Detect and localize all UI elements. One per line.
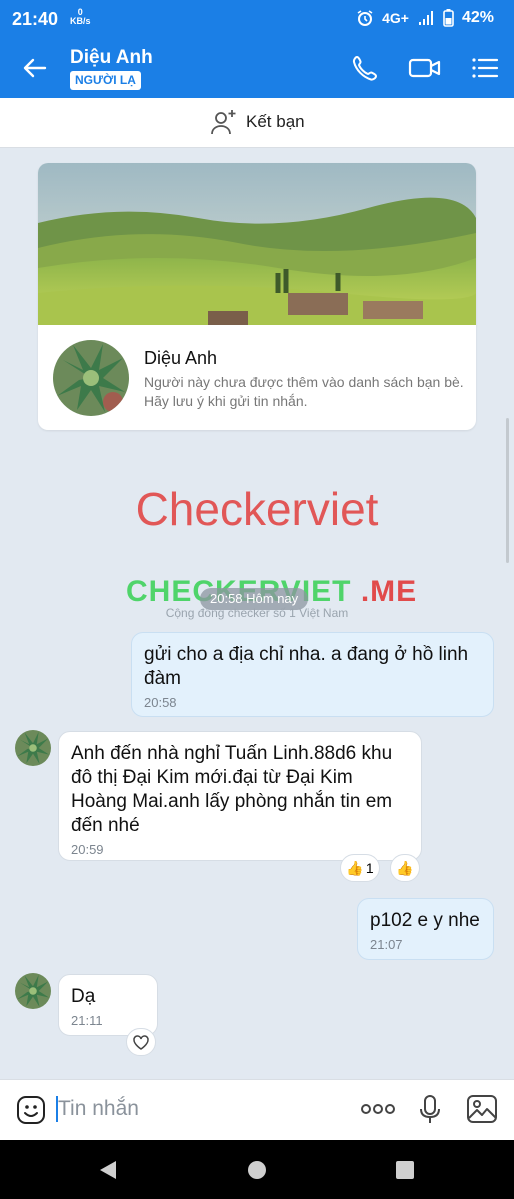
profile-name: Diệu Anh: [144, 348, 218, 368]
watermark-title: Checkerviet: [135, 483, 379, 535]
add-friend-bar: Kết bạn: [0, 98, 514, 148]
thumbs-up-icon: 👍: [396, 859, 414, 876]
reaction-count: 1: [365, 860, 374, 876]
message-bubble-received[interactable]: Anh đến nhà nghỉ Tuấn Linh.88d6 khu đô t…: [58, 731, 422, 861]
add-friend-icon: [211, 110, 236, 135]
network-speed-unit: KB/s: [70, 16, 91, 26]
contact-name[interactable]: Diệu Anh: [70, 47, 153, 69]
thumbs-up-icon: 👍: [346, 859, 364, 876]
message-text: Dạ: [71, 986, 96, 1007]
nav-recents-icon[interactable]: [396, 1161, 414, 1179]
add-friend-label: Kết bạn: [246, 112, 305, 131]
watermark-tagline: Cộng đồng checker số 1 Việt Nam: [165, 606, 349, 620]
network-speed: 0 KB/s: [70, 8, 91, 26]
nav-home-icon[interactable]: [247, 1160, 267, 1180]
react-button[interactable]: [126, 1028, 156, 1056]
message-bubble-received[interactable]: Dạ 21:11: [58, 974, 158, 1036]
cover-photo: [38, 163, 476, 325]
watermark-brand-red: .ME: [360, 575, 418, 608]
contact-avatar[interactable]: [15, 973, 51, 1009]
message-text: Anh đến nhà nghỉ Tuấn Linh.88d6 khu đô t…: [71, 743, 393, 836]
message-text: p102 e y nhe: [370, 910, 480, 931]
stranger-badge: NGƯỜI LẠ: [70, 71, 141, 90]
status-time: 21:40: [12, 9, 59, 29]
message-time: 21:07: [370, 937, 403, 952]
image-icon[interactable]: [466, 1094, 498, 1124]
system-nav-bar: [0, 1140, 514, 1199]
signal-type: 4G+: [382, 10, 409, 26]
contact-avatar[interactable]: [15, 730, 51, 766]
phone-icon[interactable]: [350, 53, 380, 83]
battery-icon: [443, 9, 454, 27]
message-bubble-sent[interactable]: p102 e y nhe 21:07: [357, 898, 494, 960]
emoji-icon[interactable]: [16, 1095, 46, 1125]
status-right: 4G+ 42%: [356, 9, 494, 27]
react-button[interactable]: 👍: [390, 854, 420, 882]
more-icon[interactable]: [360, 1102, 396, 1116]
alarm-icon: [357, 10, 373, 26]
chat-header: Diệu Anh NGƯỜI LẠ: [0, 38, 514, 98]
message-input[interactable]: Tin nhắn: [58, 1097, 139, 1121]
menu-icon[interactable]: [470, 53, 500, 83]
microphone-icon[interactable]: [418, 1094, 442, 1126]
nav-back-icon[interactable]: [98, 1160, 118, 1180]
message-text: gửi cho a địa chỉ nha. a đang ở hồ linh …: [144, 644, 469, 689]
message-bubble-sent[interactable]: gửi cho a địa chỉ nha. a đang ở hồ linh …: [131, 632, 494, 717]
heart-icon: [133, 1034, 149, 1050]
video-call-icon[interactable]: [408, 53, 442, 83]
signal-icon: [418, 11, 433, 25]
message-time: 21:11: [71, 1013, 103, 1028]
composer-bar: Tin nhắn: [0, 1079, 514, 1140]
profile-avatar[interactable]: [53, 340, 129, 416]
add-friend-button[interactable]: Kết bạn: [210, 108, 305, 136]
back-arrow-icon[interactable]: [20, 53, 50, 83]
status-bar: 21:40 0 KB/s 4G+ 42%: [0, 0, 514, 38]
reaction-summary[interactable]: 👍 1: [340, 854, 380, 882]
stranger-warning: Người này chưa được thêm vào danh sách b…: [144, 374, 464, 409]
profile-card: Diệu Anh Người này chưa được thêm vào da…: [38, 163, 476, 430]
message-time: 20:58: [144, 695, 177, 710]
battery-level: 42%: [461, 9, 494, 26]
